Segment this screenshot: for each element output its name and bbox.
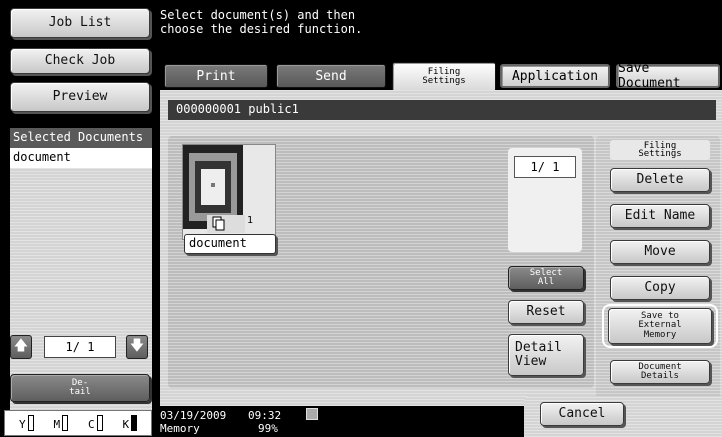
check-job-button[interactable]: Check Job	[10, 48, 150, 74]
selected-document-item[interactable]: document	[10, 148, 152, 168]
job-list-button[interactable]: Job List	[10, 8, 150, 38]
network-icon	[306, 408, 318, 420]
arrow-up-icon: 🡅	[13, 338, 29, 354]
selected-documents-header: Selected Documents	[10, 128, 152, 148]
tab-print[interactable]: Print	[164, 64, 268, 88]
tab-application[interactable]: Application	[500, 64, 610, 88]
document-thumbnail[interactable]: 1	[182, 144, 276, 240]
box-info-bar: 000000001 public1	[168, 100, 716, 120]
arrow-down-button[interactable]: 🡇	[126, 335, 148, 359]
detail-button[interactable]: De- tail	[10, 374, 150, 402]
arrow-down-icon: 🡇	[129, 338, 145, 354]
selected-page-indicator: 1/ 1	[44, 336, 116, 358]
document-name-label[interactable]: document	[184, 234, 276, 254]
instruction-message: Select document(s) and then choose the d…	[160, 8, 363, 36]
document-page-count: 1	[247, 215, 254, 226]
status-bar: 03/19/2009 09:32 Memory 99%	[160, 408, 524, 437]
arrow-up-button[interactable]: 🡅	[10, 335, 32, 359]
move-button[interactable]: Move	[610, 240, 710, 264]
document-details-button[interactable]: Document Details	[610, 360, 710, 384]
memory-label: Memory	[160, 422, 200, 435]
document-area: 1 document 1/ 1 Select All Reset Detail …	[168, 136, 594, 388]
select-all-button[interactable]: Select All	[508, 266, 584, 290]
toner-magenta: M	[53, 415, 69, 431]
tab-send[interactable]: Send	[276, 64, 386, 88]
tab-save-document[interactable]: Save Document	[616, 61, 720, 91]
copy-button[interactable]: Copy	[610, 276, 710, 300]
toner-yellow: Y	[19, 415, 34, 431]
page-count-indicator: 1/ 1	[514, 156, 576, 178]
page-count-box: 1/ 1	[508, 148, 582, 252]
toner-black: K	[122, 415, 138, 431]
document-thumbnail-icon	[183, 145, 245, 233]
toner-status: Y M C K	[4, 410, 152, 436]
preview-button[interactable]: Preview	[10, 82, 150, 112]
edit-name-button[interactable]: Edit Name	[610, 204, 710, 228]
tab-filing-settings[interactable]: Filing Settings	[392, 62, 496, 92]
selected-pager: 🡅 1/ 1 🡇	[10, 335, 150, 361]
cancel-area: Cancel	[524, 396, 722, 437]
status-time: 09:32	[248, 409, 282, 422]
detail-view-button[interactable]: Detail View	[508, 334, 584, 376]
toner-cyan: C	[88, 415, 103, 431]
delete-button[interactable]: Delete	[610, 168, 710, 192]
main-area: 000000001 public1 1 document 1/ 1 Select…	[160, 90, 722, 437]
status-date: 03/19/2009	[160, 409, 227, 422]
memory-value: 99%	[258, 422, 278, 435]
filing-settings-panel: Filing Settings Delete Edit Name Move Co…	[596, 136, 720, 437]
reset-button[interactable]: Reset	[508, 300, 584, 324]
cancel-button[interactable]: Cancel	[540, 402, 624, 426]
save-to-external-memory-button[interactable]: Save to External Memory	[608, 308, 712, 344]
filing-settings-header: Filing Settings	[610, 140, 710, 160]
left-panel: Job List Check Job Preview Selected Docu…	[0, 0, 156, 437]
